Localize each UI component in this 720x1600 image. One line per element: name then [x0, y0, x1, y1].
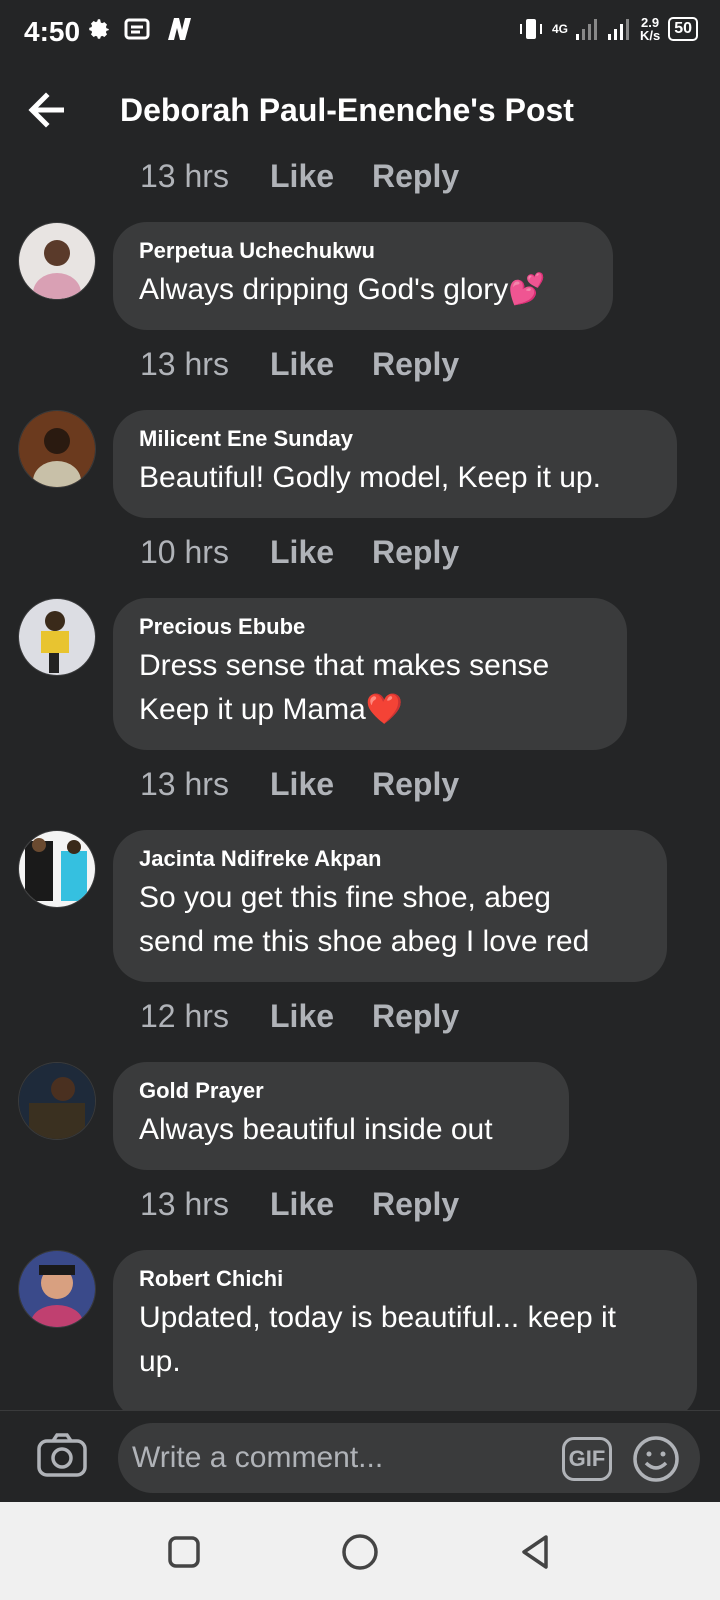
network-type: 4G: [551, 21, 568, 36]
comment-time: 12 hrs: [140, 997, 229, 1034]
comment-author[interactable]: Gold Prayer: [139, 1078, 543, 1104]
comment-text: Beautiful! Godly model, Keep it up.: [139, 461, 601, 494]
like-button[interactable]: Like: [270, 534, 372, 571]
reply-button[interactable]: Reply: [372, 346, 459, 383]
comment-bubble[interactable]: Perpetua Uchechukwu Always dripping God'…: [113, 222, 613, 330]
comment-time: 13 hrs: [140, 345, 229, 382]
post-header: Deborah Paul-Enenche's Post: [0, 78, 720, 150]
comment-author[interactable]: Perpetua Uchechukwu: [139, 238, 587, 264]
net-speed-unit: K/s: [639, 28, 661, 43]
home-icon[interactable]: [340, 1532, 380, 1572]
signal-icon-2: [607, 19, 629, 40]
status-time: 4:50: [24, 16, 81, 47]
avatar[interactable]: [18, 1062, 96, 1140]
signal-icon: [575, 19, 597, 40]
status-icons-right: 4G 2.9 K/s 50: [518, 16, 698, 42]
reply-button[interactable]: Reply: [372, 534, 459, 571]
net-speed: 2.9 K/s: [640, 16, 660, 42]
comment-time: 10 hrs: [140, 533, 229, 570]
gif-button[interactable]: GIF: [562, 1437, 612, 1481]
comment-bubble[interactable]: Jacinta Ndifreke Akpan So you get this f…: [113, 830, 667, 982]
comment-text: Always dripping God's glory💕: [139, 273, 546, 306]
vibrate-icon: [519, 19, 542, 39]
comment-meta: 13 hrs Like Reply: [140, 344, 459, 384]
avatar[interactable]: [18, 222, 96, 300]
comment-bubble[interactable]: Gold Prayer Always beautiful inside out: [113, 1062, 569, 1170]
system-nav-bar: [0, 1502, 720, 1600]
comment-meta: 10 hrs Like Reply: [140, 532, 459, 572]
like-button[interactable]: Like: [270, 766, 372, 803]
comment-text-line-1: Dress sense that makes sense: [139, 649, 550, 682]
comment-text: Always beautiful inside out: [139, 1113, 493, 1146]
comment-time: 13 hrs: [140, 765, 229, 802]
comment-composer: GIF: [0, 1410, 720, 1503]
comment-time: 13 hrs: [140, 1185, 229, 1222]
comment-bubble[interactable]: Robert Chichi Updated, today is beautifu…: [113, 1250, 697, 1410]
comment-time: 13 hrs: [140, 157, 229, 194]
reply-button[interactable]: Reply: [372, 1186, 459, 1223]
comment-text-line-1: So you get this fine shoe, abeg: [139, 881, 551, 914]
avatar[interactable]: [18, 598, 96, 676]
status-bar: 4:50 4G 2.9 K/s 50: [0, 0, 720, 68]
comment-author[interactable]: Milicent Ene Sunday: [139, 426, 651, 452]
comments-feed[interactable]: 13 hrs Like Reply Perpetua Uchechukwu Al…: [0, 150, 720, 1410]
comment-bubble[interactable]: Milicent Ene Sunday Beautiful! Godly mod…: [113, 410, 677, 518]
comment-text-line-2: Keep it up Mama❤️: [139, 693, 404, 726]
like-button[interactable]: Like: [270, 346, 372, 383]
back-nav-icon[interactable]: [516, 1532, 556, 1572]
reply-button[interactable]: Reply: [372, 766, 459, 803]
emoji-icon[interactable]: [632, 1435, 680, 1483]
avatar[interactable]: [18, 410, 96, 488]
comment-author[interactable]: Robert Chichi: [139, 1266, 671, 1292]
camera-icon[interactable]: [36, 1431, 88, 1479]
comment-meta: 12 hrs Like Reply: [140, 996, 459, 1036]
back-arrow-icon[interactable]: [26, 88, 70, 132]
page-title: Deborah Paul-Enenche's Post: [120, 92, 574, 128]
comment-meta: 13 hrs Like Reply: [140, 764, 459, 804]
avatar[interactable]: [18, 1250, 96, 1328]
comment-meta: 13 hrs Like Reply: [140, 1184, 459, 1224]
avatar[interactable]: [18, 830, 96, 908]
reply-button[interactable]: Reply: [372, 158, 459, 195]
app-notification-icon: [168, 18, 191, 40]
like-button[interactable]: Like: [270, 1186, 372, 1223]
battery-icon: 50: [668, 17, 698, 41]
status-icons-left: [86, 16, 194, 42]
comment-text-line-2: send me this shoe abeg I love red: [139, 925, 590, 958]
comment-text-line-1: Updated, today is beautiful... keep it: [139, 1301, 616, 1334]
like-button[interactable]: Like: [270, 158, 372, 195]
like-button[interactable]: Like: [270, 998, 372, 1035]
comment-meta: 13 hrs Like Reply: [140, 156, 459, 196]
comment-bubble[interactable]: Precious Ebube Dress sense that makes se…: [113, 598, 627, 750]
recent-apps-icon[interactable]: [164, 1532, 204, 1572]
comment-input[interactable]: [118, 1423, 700, 1493]
reply-button[interactable]: Reply: [372, 998, 459, 1035]
comment-author[interactable]: Precious Ebube: [139, 614, 601, 640]
comment-author[interactable]: Jacinta Ndifreke Akpan: [139, 846, 641, 872]
message-icon: [124, 18, 150, 40]
gear-icon: [89, 19, 109, 39]
comment-text-line-2: up.: [139, 1345, 181, 1378]
